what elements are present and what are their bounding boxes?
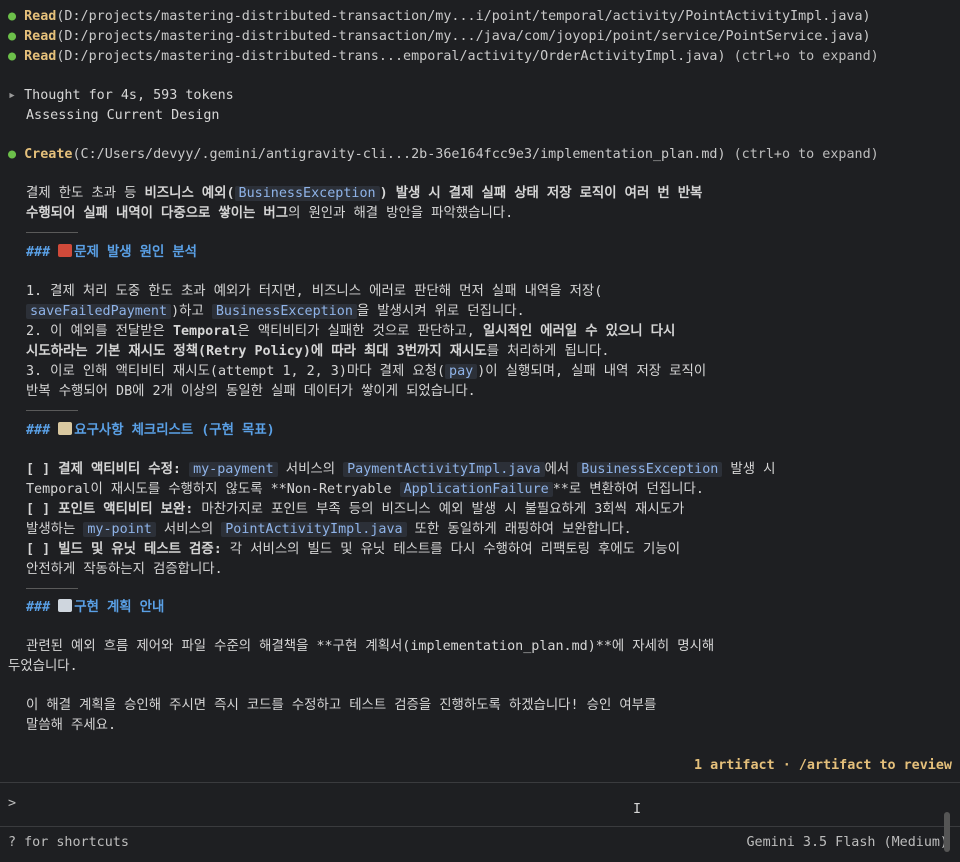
cause-item-2: 2. 이 예외를 전달받은 Temporal은 액티비티가 실패한 것으로 판단… bbox=[26, 324, 676, 339]
inline-code: PaymentActivityImpl.java bbox=[343, 462, 545, 477]
inline-code: my-payment bbox=[189, 462, 278, 477]
page-icon bbox=[58, 599, 73, 612]
section-heading-cause: ### 문제 발생 원인 분석 bbox=[26, 244, 197, 260]
prompt-symbol: > bbox=[8, 796, 17, 811]
checklist-item-2-cont: 발생하는 my-point 서비스의 PointActivityImpl.jav… bbox=[26, 522, 632, 537]
checklist-item-2: [ ] 포인트 액티비티 보완: 마찬가지로 포인트 부족 등의 비즈니스 예외… bbox=[26, 502, 685, 517]
cause-item-1: 1. 결제 처리 도중 한도 초과 예외가 터지면, 비즈니스 에러로 판단해 … bbox=[26, 284, 603, 299]
read-path: (D:/projects/mastering-distributed-trans… bbox=[56, 49, 726, 64]
status-dot-icon: ● bbox=[8, 49, 17, 64]
memo-icon bbox=[58, 422, 73, 435]
plan-paragraph-2: 이 해결 계획을 승인해 주시면 즉시 코드를 수정하고 테스트 검증을 진행하… bbox=[26, 698, 657, 713]
status-dot-icon: ● bbox=[8, 147, 17, 162]
inline-code: BusinessException bbox=[234, 186, 380, 201]
plan-paragraph-1: 관련된 예외 흐름 제어와 파일 수준의 해결책을 **구현 계획서(imple… bbox=[26, 639, 715, 654]
shortcuts-hint[interactable]: ? for shortcuts bbox=[8, 835, 129, 850]
cause-item-1-cont: saveFailedPayment)하고 BusinessException 을 … bbox=[26, 302, 525, 322]
intro-line-1: 결제 한도 초과 등 비즈니스 예외(BusinessException) 발생… bbox=[26, 186, 703, 201]
inline-code: pay bbox=[445, 364, 478, 379]
thought-subtitle: Assessing Current Design bbox=[26, 108, 220, 123]
inline-code: PointActivityImpl.java bbox=[221, 522, 407, 537]
checklist-item-3: [ ] 빌드 및 유닛 테스트 검증: 각 서비스의 빌드 및 유닛 테스트를 … bbox=[26, 542, 681, 557]
inline-code: ApplicationFailure bbox=[399, 482, 553, 497]
read-keyword: Read bbox=[24, 29, 57, 44]
separator bbox=[26, 588, 78, 589]
section-heading-checklist: ### 요구사항 체크리스트 (구현 목표) bbox=[26, 422, 275, 438]
checklist-item-1-cont: Temporal이 재시도를 수행하지 않도록 **Non-Retryable … bbox=[26, 482, 704, 497]
inline-code: BusinessException bbox=[211, 304, 357, 319]
input-top-divider bbox=[0, 782, 960, 783]
create-path: (C:/Users/devyy/.gemini/antigravity-cli.… bbox=[72, 147, 726, 162]
read-path: (D:/projects/mastering-distributed-trans… bbox=[56, 29, 871, 44]
checklist-item-3-cont: 안전하게 작동하는지 검증합니다. bbox=[26, 562, 223, 577]
inline-code: saveFailedPayment bbox=[26, 304, 172, 319]
siren-icon bbox=[58, 244, 73, 257]
prompt-input[interactable]: > bbox=[8, 796, 16, 811]
cause-item-3: 3. 이로 인해 액티비티 재시도(attempt 1, 2, 3)마다 결제 … bbox=[26, 364, 707, 379]
expand-hint: (ctrl+o to expand) bbox=[725, 49, 879, 64]
input-bottom-divider bbox=[0, 826, 960, 827]
scrollbar[interactable] bbox=[944, 812, 950, 852]
cause-item-3-cont: 반복 수행되어 DB에 2개 이상의 동일한 실패 데이터가 쌓이게 되었습니다… bbox=[26, 384, 476, 399]
read-line-2[interactable]: ● Read(D:/projects/mastering-distributed… bbox=[8, 27, 871, 47]
artifact-review-hint[interactable]: 1 artifact · /artifact to review bbox=[694, 756, 952, 776]
checklist-item-1: [ ] 결제 액티비티 수정: my-payment 서비스의 PaymentA… bbox=[26, 462, 776, 477]
model-indicator[interactable]: Gemini 3.5 Flash (Medium) bbox=[746, 835, 948, 850]
expand-hint: (ctrl+o to expand) bbox=[725, 147, 879, 162]
section-heading-plan: ### 구현 계획 안내 bbox=[26, 599, 165, 615]
read-keyword: Read bbox=[24, 9, 57, 24]
create-line[interactable]: ● Create(C:/Users/devyy/.gemini/antigrav… bbox=[8, 145, 879, 165]
read-line-3[interactable]: ● Read(D:/projects/mastering-distributed… bbox=[8, 47, 879, 67]
create-keyword: Create bbox=[24, 147, 73, 162]
read-keyword: Read bbox=[24, 49, 57, 64]
read-line-1[interactable]: ● Read(D:/projects/mastering-distributed… bbox=[8, 7, 871, 27]
chevron-right-icon: ▸ bbox=[8, 88, 17, 103]
plan-paragraph-1-cont: 두었습니다. bbox=[8, 659, 78, 674]
status-dot-icon: ● bbox=[8, 29, 17, 44]
separator bbox=[26, 410, 78, 411]
separator bbox=[26, 232, 78, 233]
read-path: (D:/projects/mastering-distributed-trans… bbox=[56, 9, 871, 24]
thought-title: Thought for 4s, 593 tokens bbox=[24, 88, 234, 103]
inline-code: my-point bbox=[83, 522, 156, 537]
status-dot-icon: ● bbox=[8, 9, 17, 24]
cause-item-2-cont: 시도하라는 기본 재시도 정책(Retry Policy)에 따라 최대 3번까… bbox=[26, 344, 610, 359]
intro-line-2: 수행되어 실패 내역이 다중으로 쌓이는 버그의 원인과 해결 방안을 파악했습… bbox=[26, 206, 514, 221]
inline-code: BusinessException bbox=[577, 462, 723, 477]
text-cursor-icon: I bbox=[633, 802, 642, 817]
plan-paragraph-2-cont: 말씀해 주세요. bbox=[26, 718, 117, 733]
thought-block[interactable]: ▸ Thought for 4s, 593 tokens bbox=[8, 86, 234, 106]
